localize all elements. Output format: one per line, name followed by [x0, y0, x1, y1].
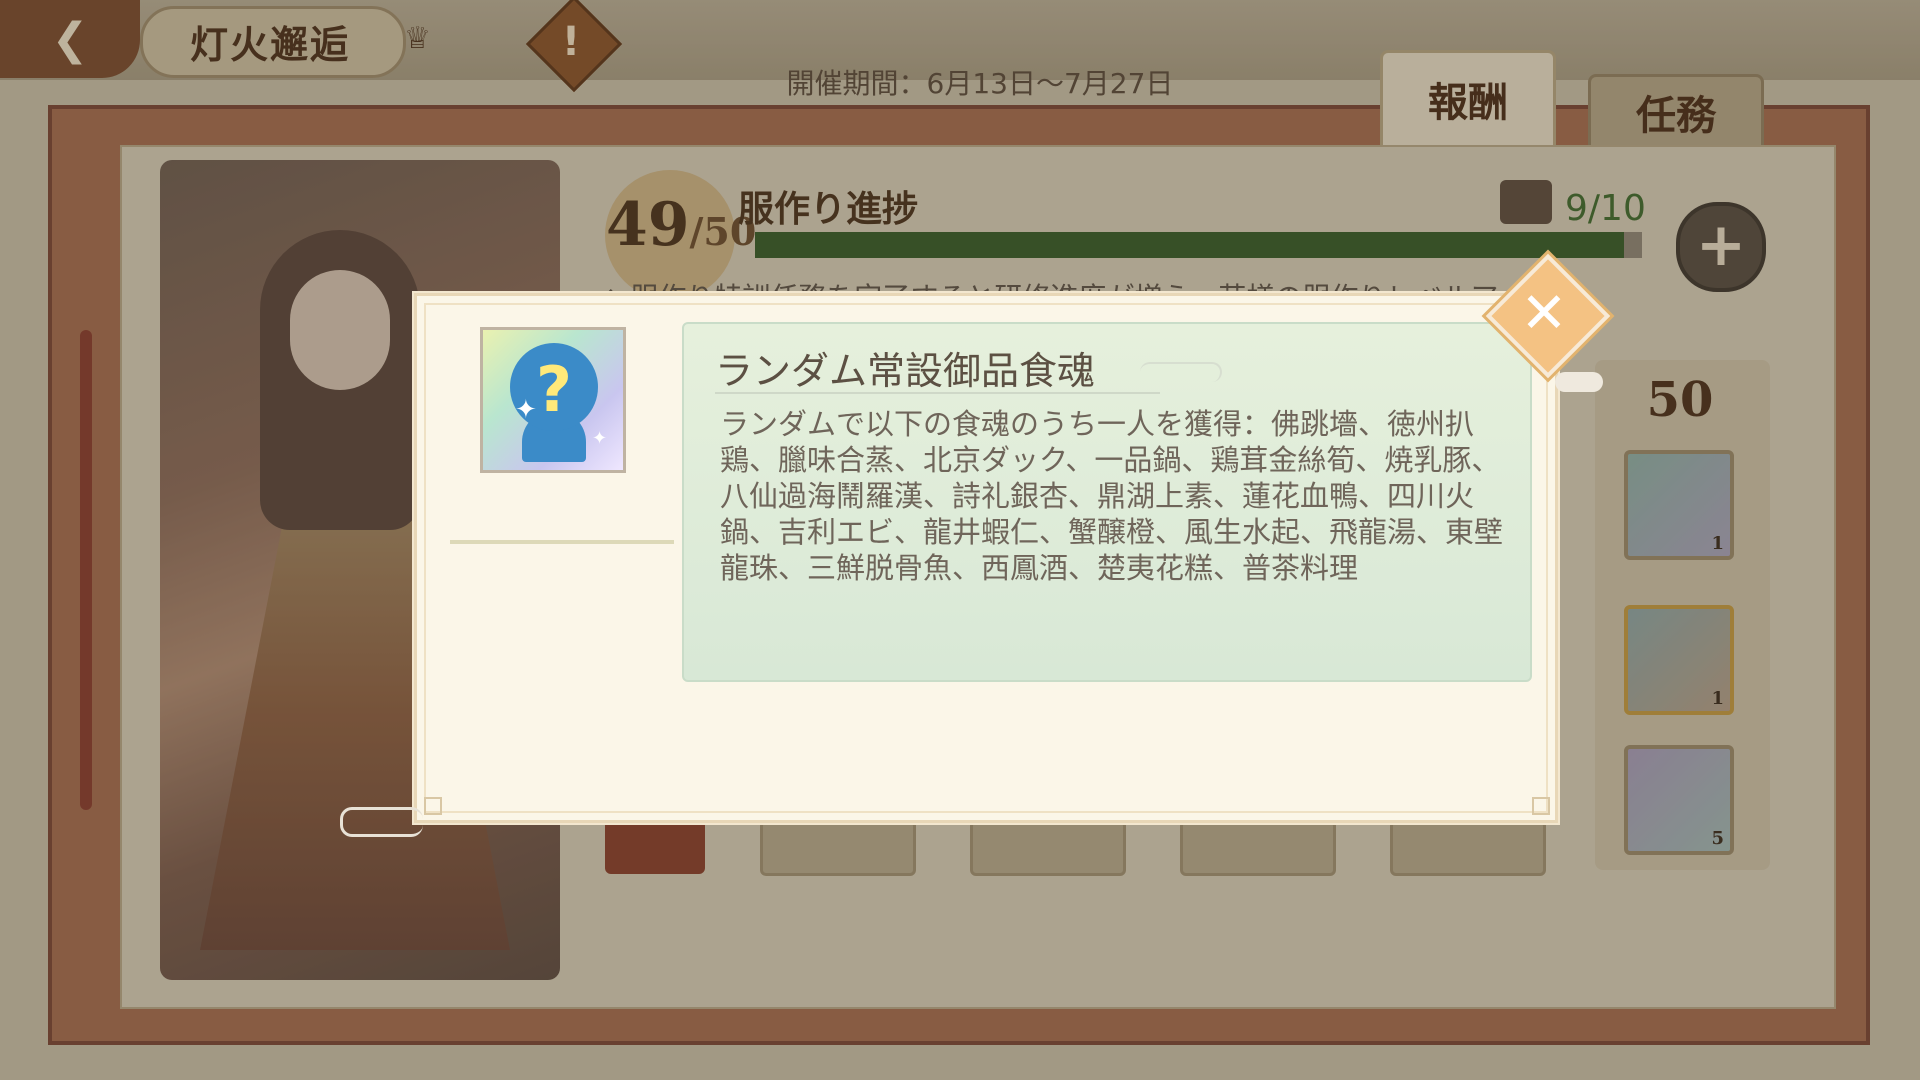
cloud-ornament: [1555, 372, 1603, 392]
sparkle-icon: ✦: [515, 395, 537, 425]
sparkle-icon: ✦: [592, 428, 608, 449]
corner-ornament: [1532, 797, 1550, 815]
cloud-ornament: [340, 807, 423, 837]
item-description: ランダムで以下の食魂のうち一人を獲得：佛跳墻、徳州扒鶏、臘味合蒸、北京ダック、一…: [720, 407, 1504, 585]
swirl-ornament: [1140, 362, 1222, 382]
name-underline: [715, 392, 1160, 394]
item-name: ランダム常設御品食魂: [715, 349, 1096, 393]
close-icon[interactable]: ✕: [1496, 280, 1592, 350]
divider: [450, 540, 674, 544]
corner-ornament: [424, 797, 442, 815]
